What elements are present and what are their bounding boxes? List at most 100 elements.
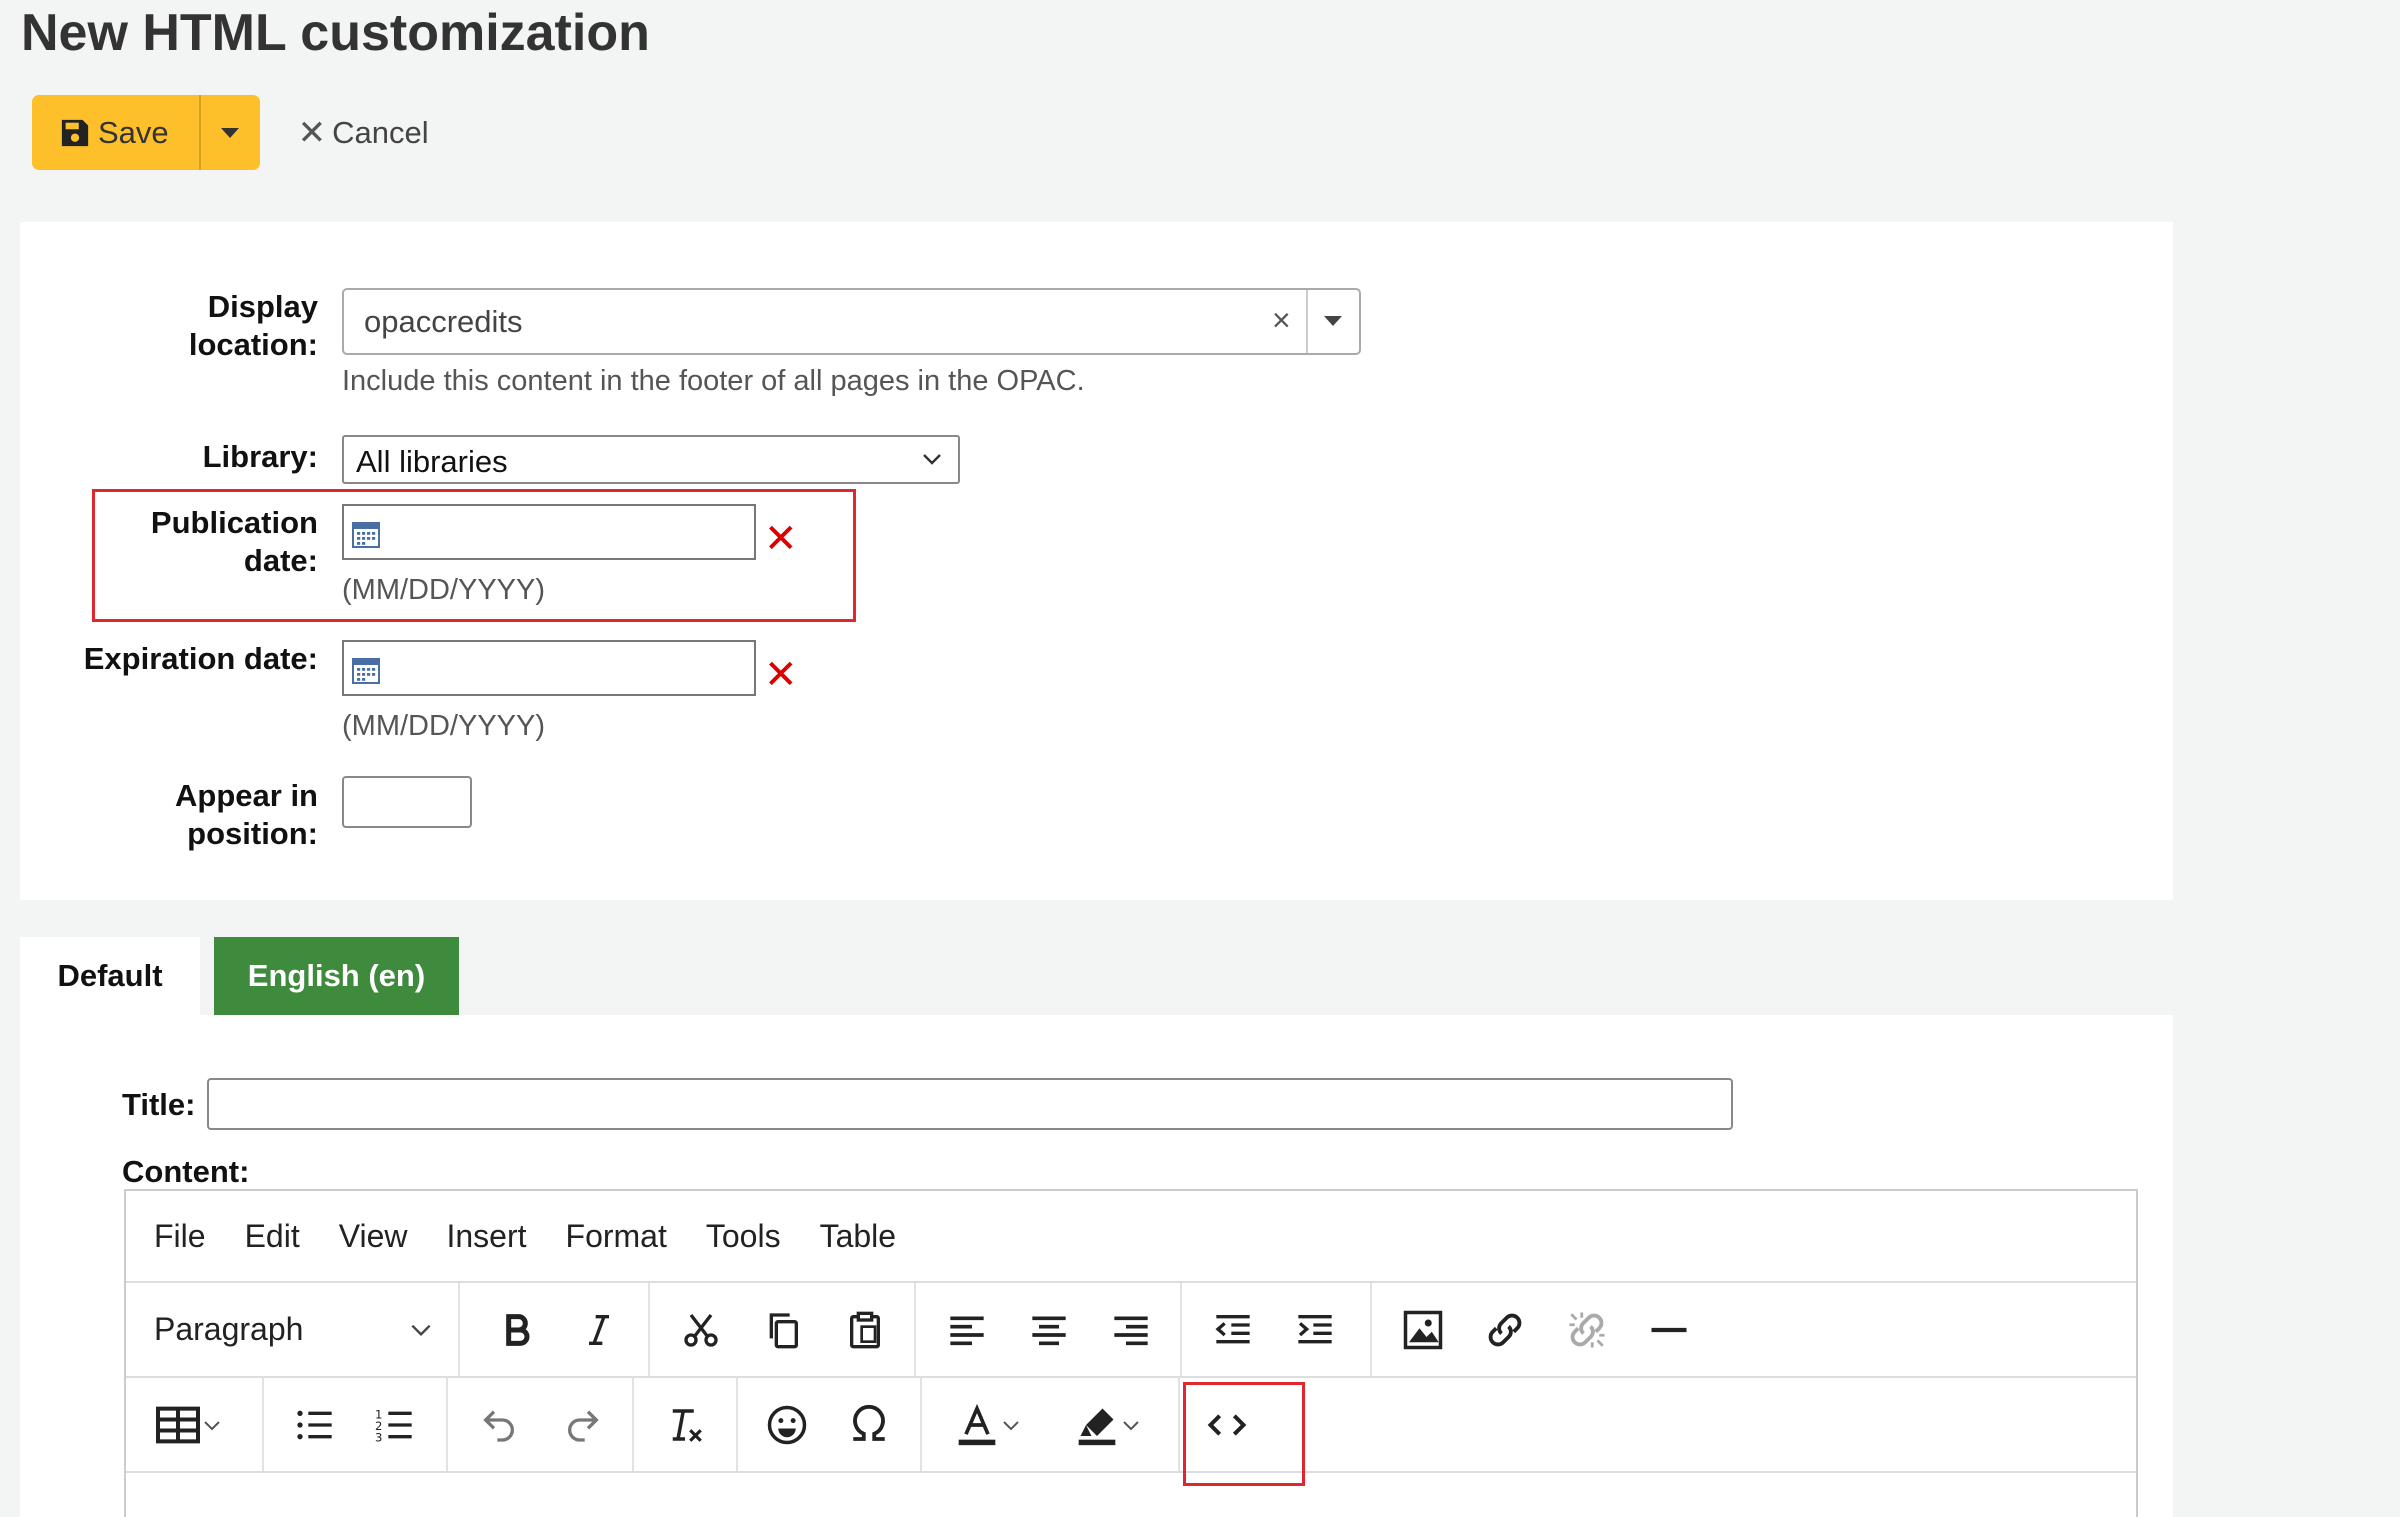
expiration-date-input[interactable]	[342, 640, 756, 696]
indent-group	[1182, 1283, 1372, 1376]
save-button-label: Save	[98, 114, 169, 150]
display-location-select[interactable]: opaccredits ×	[342, 288, 1361, 355]
horizontal-line-button[interactable]	[1644, 1305, 1694, 1355]
action-toolbar: Save ✕ Cancel	[32, 95, 429, 170]
floppy-disk-icon	[61, 119, 89, 146]
bold-button[interactable]	[492, 1305, 542, 1355]
align-left-button[interactable]	[942, 1305, 992, 1355]
dropdown-arrow-icon[interactable]	[1324, 316, 1342, 326]
undo-icon	[483, 1410, 514, 1442]
table-icon	[156, 1406, 200, 1444]
indent-button[interactable]	[1290, 1305, 1340, 1355]
library-value: All libraries	[356, 444, 508, 479]
italic-icon	[589, 1315, 609, 1345]
align-center-button[interactable]	[1024, 1305, 1074, 1355]
bullet-list-icon	[297, 1410, 332, 1440]
expiration-date-label: Expiration date:	[83, 641, 318, 676]
tab-english[interactable]: English (en)	[214, 937, 459, 1015]
menu-tools[interactable]: Tools	[706, 1218, 781, 1255]
caret-down-icon	[221, 127, 240, 138]
scissors-icon	[684, 1313, 718, 1347]
save-button[interactable]: Save	[32, 95, 201, 170]
text-style-group	[460, 1283, 650, 1376]
content-panel: Title: Content: File Edit View Insert Fo…	[20, 1015, 2173, 1517]
paste-button[interactable]	[840, 1305, 890, 1355]
table-button[interactable]	[150, 1400, 230, 1450]
clear-selection-icon[interactable]: ×	[1272, 302, 1291, 339]
align-left-icon	[950, 1316, 984, 1346]
emoji-button[interactable]	[762, 1400, 812, 1450]
outdent-button[interactable]	[1208, 1305, 1258, 1355]
chevron-down-icon	[204, 1421, 220, 1431]
clear-formatting-icon	[672, 1409, 702, 1442]
rich-text-editor: File Edit View Insert Format Tools Table…	[124, 1189, 2138, 1517]
clipboard-group	[650, 1283, 916, 1376]
select-divider	[1306, 290, 1308, 353]
content-label: Content:	[122, 1154, 250, 1189]
menu-view[interactable]: View	[339, 1218, 408, 1255]
redo-button[interactable]	[558, 1400, 608, 1450]
menu-edit[interactable]: Edit	[245, 1218, 300, 1255]
expiration-date-hint: (MM/DD/YYYY)	[342, 710, 545, 742]
display-location-label-line2: location:	[188, 327, 318, 362]
align-right-button[interactable]	[1106, 1305, 1156, 1355]
calendar-icon[interactable]	[352, 656, 380, 684]
tab-default[interactable]: Default	[20, 937, 200, 1015]
position-input[interactable]	[342, 776, 472, 828]
highlighter-icon	[1078, 1408, 1116, 1446]
chevron-down-icon	[1003, 1421, 1019, 1431]
clear-expiration-date-icon[interactable]: ✕	[764, 655, 798, 695]
color-group	[922, 1378, 1180, 1471]
block-format-value: Paragraph	[154, 1311, 304, 1347]
cut-button[interactable]	[676, 1305, 726, 1355]
title-input[interactable]	[207, 1078, 1733, 1130]
special-character-button[interactable]	[844, 1400, 894, 1450]
menu-file[interactable]: File	[154, 1218, 206, 1255]
italic-button[interactable]	[574, 1305, 624, 1355]
unlink-icon	[1569, 1312, 1605, 1348]
insert-link-button[interactable]	[1480, 1305, 1530, 1355]
image-icon	[1403, 1310, 1443, 1350]
special-chars-group	[738, 1378, 922, 1471]
insert-image-button[interactable]	[1398, 1305, 1448, 1355]
block-format-select[interactable]: Paragraph	[126, 1283, 460, 1376]
clear-formatting-button[interactable]	[660, 1400, 710, 1450]
copy-button[interactable]	[758, 1305, 808, 1355]
text-color-button[interactable]	[944, 1400, 1034, 1450]
svg-text:3: 3	[375, 1431, 382, 1445]
numbered-list-button[interactable]: 123	[370, 1400, 420, 1450]
list-group: 123	[264, 1378, 448, 1471]
chevron-down-icon	[1123, 1421, 1139, 1431]
history-group	[448, 1378, 634, 1471]
save-button-group: Save	[32, 95, 260, 170]
background-color-button[interactable]	[1064, 1400, 1154, 1450]
display-location-hint: Include this content in the footer of al…	[342, 365, 1085, 397]
remove-link-button[interactable]	[1562, 1305, 1612, 1355]
clear-format-group	[634, 1378, 738, 1471]
editor-toolbar-row-2: 123	[126, 1378, 2136, 1473]
bullet-list-button[interactable]	[290, 1400, 340, 1450]
clipboard-icon	[850, 1311, 880, 1349]
editor-toolbar-row-1: Paragraph	[126, 1283, 2136, 1378]
menu-format[interactable]: Format	[566, 1218, 667, 1255]
insert-group	[1372, 1283, 1742, 1376]
menu-insert[interactable]: Insert	[446, 1218, 526, 1255]
save-options-dropdown[interactable]	[201, 95, 260, 170]
cancel-button[interactable]: ✕ Cancel	[298, 113, 429, 153]
table-group	[126, 1378, 264, 1471]
chevron-down-icon	[411, 1324, 431, 1337]
page-title: New HTML customization	[21, 4, 650, 62]
alignment-group	[916, 1283, 1182, 1376]
library-select[interactable]: All libraries	[342, 435, 960, 484]
copy-icon	[769, 1313, 798, 1349]
undo-button[interactable]	[474, 1400, 524, 1450]
link-icon	[1488, 1313, 1522, 1347]
display-location-label-line1: Display	[207, 289, 318, 324]
menu-table[interactable]: Table	[820, 1218, 897, 1255]
outdent-icon	[1215, 1315, 1250, 1344]
position-label-line1: Appear in	[175, 778, 318, 813]
settings-panel: Display location: opaccredits × Include …	[20, 222, 2173, 900]
smiley-icon	[767, 1405, 807, 1445]
redo-icon	[568, 1410, 599, 1442]
close-icon: ✕	[297, 113, 327, 152]
